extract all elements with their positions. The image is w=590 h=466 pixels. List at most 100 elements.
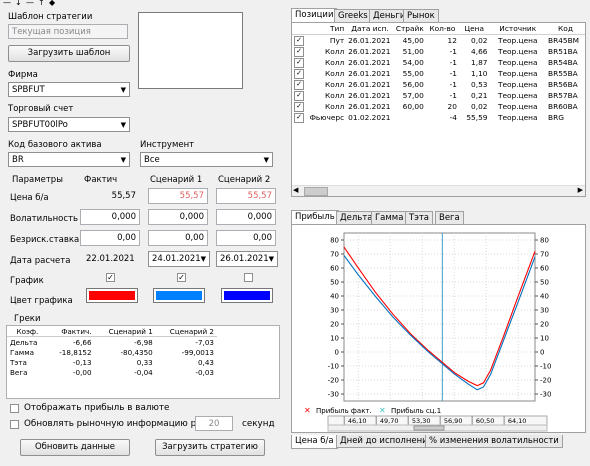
y-tick-label-left: 80 — [330, 237, 339, 245]
tab-profit[interactable]: Прибыль — [291, 210, 339, 224]
greek-value: -99,0013 — [181, 347, 214, 357]
greek-value: -6,66 — [72, 337, 92, 347]
load-template-button[interactable]: Загрузить шаблон — [8, 45, 130, 62]
tab-vega[interactable]: Вега — [435, 211, 464, 224]
vol-s2-input[interactable]: 0,000 — [216, 209, 276, 225]
horizontal-scrollbar[interactable]: ◀ ▶ — [292, 185, 585, 196]
y-tick-label-left: 40 — [330, 293, 339, 301]
row-checkbox[interactable]: ✓ — [292, 90, 308, 101]
line-icon[interactable]: — — [26, 0, 34, 7]
row-checkbox[interactable]: ✓ — [292, 68, 308, 79]
table-row[interactable]: ✓ Пут 26.01.2021 45,00 12 0,02 Теор.цена BR45BM — [292, 35, 585, 46]
table-row[interactable]: ✓ Фьючерс 01.02.2021 -4 55,59 Теор.цена BRG — [292, 112, 585, 123]
params-header-name: Параметры — [12, 175, 63, 185]
position-cell: 55,00 — [402, 69, 424, 78]
rate-s2-input[interactable]: 0,00 — [216, 230, 276, 246]
date-s1-picker[interactable]: 24.01.2021 ▼ — [148, 251, 210, 267]
positions-header — [292, 23, 308, 35]
show-currency-checkbox[interactable] — [10, 404, 19, 413]
arrow-up-icon[interactable]: ↑ — [38, 0, 45, 7]
position-cell — [394, 112, 426, 123]
position-cell: 1,87 — [471, 58, 488, 67]
load-strategy-button[interactable]: Загрузить стратегию — [155, 439, 265, 456]
table-row[interactable]: ✓ Колл 26.01.2021 55,00 -1 1,10 Теор.цена BR55B… — [292, 68, 585, 79]
price-s1-input[interactable]: 55,57 — [148, 188, 208, 204]
tab-positions[interactable]: Позиции — [291, 8, 338, 22]
scroll-right-arrow[interactable]: ▶ — [578, 186, 583, 194]
base-asset-select[interactable]: BR ▼ — [8, 152, 130, 167]
refresh-data-button[interactable]: Обновить данные — [20, 439, 130, 456]
diamond-icon[interactable]: ◆ — [49, 0, 55, 7]
tab-theta[interactable]: Тэта — [405, 211, 434, 224]
tab-days[interactable]: Дней до исполнения — [336, 435, 437, 448]
date-s2-picker[interactable]: 26.01.2021 ▼ — [216, 251, 278, 267]
tab-vol-change[interactable]: % изменения волатильности — [425, 435, 563, 448]
row-checkbox[interactable]: ✓ — [292, 101, 308, 112]
tab-market[interactable]: Рынок — [403, 9, 439, 22]
position-cell: Колл — [324, 80, 345, 89]
greeks-table: Коэф. Фактич. Сценарий 1 Сценарий 2 Дель… — [7, 326, 217, 377]
greek-value: -0,13 — [72, 357, 92, 367]
chart-s2-checkbox[interactable] — [244, 273, 253, 282]
position-cell: Фьючерс — [309, 113, 345, 122]
y-tick-label-right: 40 — [540, 293, 549, 301]
position-cell: BR54BA — [548, 58, 578, 67]
arrow-down-icon[interactable]: ↓ — [15, 0, 22, 7]
row-checkbox[interactable]: ✓ — [292, 79, 308, 90]
table-row[interactable]: ✓ Колл 26.01.2021 57,00 -1 0,21 Теор.цена BR57B… — [292, 90, 585, 101]
greeks-header: Сценарий 1 — [94, 326, 156, 337]
greek-value: 0,33 — [136, 357, 153, 367]
y-tick-label-right: -20 — [540, 377, 551, 385]
row-checkbox[interactable]: ✓ — [292, 46, 308, 57]
rate-fact-input[interactable]: 0,00 — [80, 230, 140, 246]
refresh-seconds-input[interactable]: 20 — [195, 416, 233, 431]
color-s2-swatch[interactable] — [221, 288, 273, 303]
date-s1-value: 24.01.2021 — [152, 254, 201, 264]
color-s1-swatch[interactable] — [153, 288, 205, 303]
color-fact-swatch[interactable] — [86, 288, 138, 303]
tab-greeks[interactable]: Greeks — [334, 9, 372, 22]
x-tick-label: 60,50 — [476, 417, 495, 425]
table-row[interactable]: ✓ Колл 26.01.2021 60,00 20 0,02 Теор.цена BR60B… — [292, 101, 585, 112]
account-select[interactable]: SPBFUT00lPo ▼ — [8, 117, 130, 132]
vol-fact-input[interactable]: 0,000 — [80, 209, 140, 225]
strategy-title: Шаблон стратегии — [8, 12, 93, 22]
table-row[interactable]: ✓ Колл 26.01.2021 56,00 -1 0,53 Теор.цена BR56B… — [292, 79, 585, 90]
row-checkbox[interactable]: ✓ — [292, 35, 308, 46]
table-row[interactable]: ✓ Колл 26.01.2021 51,00 -1 4,66 Теор.цена BR51B… — [292, 46, 585, 57]
legend-label: Прибыль факт. — [316, 407, 372, 415]
table-row: Вега -0,00 -0,04 -0,03 — [7, 367, 217, 377]
firm-select[interactable]: SPBFUT ▼ — [8, 82, 130, 97]
position-cell: Колл — [324, 91, 345, 100]
base-asset-label: Код базового актива — [8, 140, 102, 150]
greek-value: -80,4350 — [120, 347, 153, 357]
rate-s1-input[interactable]: 0,00 — [148, 230, 208, 246]
table-row[interactable]: ✓ Колл 26.01.2021 54,00 -1 1,87 Теор.цена BR54B… — [292, 57, 585, 68]
price-s2-input[interactable]: 55,57 — [216, 188, 276, 204]
chart-s1-checkbox[interactable]: ✓ — [177, 273, 186, 282]
tab-gamma[interactable]: Гамма — [371, 211, 408, 224]
rate-label: Безриск.ставка — [10, 235, 80, 245]
refresh-market-checkbox[interactable] — [10, 420, 19, 429]
position-cell: Теор.цена — [497, 69, 538, 78]
scroll-thumb[interactable] — [304, 187, 328, 196]
show-currency-label: Отображать прибыль в валюте — [24, 403, 170, 413]
position-cell: 26.01.2021 — [348, 47, 391, 56]
current-position-field[interactable]: Текущая позиция — [8, 24, 128, 39]
vol-s1-input[interactable]: 0,000 — [148, 209, 208, 225]
params-header-fact: Фактич — [84, 175, 118, 185]
position-cell: -1 — [449, 58, 457, 67]
y-tick-label-right: 80 — [540, 237, 549, 245]
color-label: Цвет графика — [10, 296, 73, 306]
row-checkbox[interactable]: ✓ — [292, 57, 308, 68]
instrument-select[interactable]: Все ▼ — [140, 152, 273, 167]
price-label: Цена б/а — [10, 193, 49, 203]
row-checkbox[interactable]: ✓ — [292, 112, 308, 123]
price-fact: 55,57 — [80, 188, 140, 204]
y-tick-label-left: 10 — [330, 335, 339, 343]
scroll-left-arrow[interactable]: ◀ — [293, 186, 298, 194]
minus-icon[interactable]: — — [3, 0, 11, 7]
tab-price[interactable]: Цена б/а — [291, 435, 338, 449]
chart-fact-checkbox[interactable]: ✓ — [106, 273, 115, 282]
position-cell: Теор.цена — [497, 47, 538, 56]
